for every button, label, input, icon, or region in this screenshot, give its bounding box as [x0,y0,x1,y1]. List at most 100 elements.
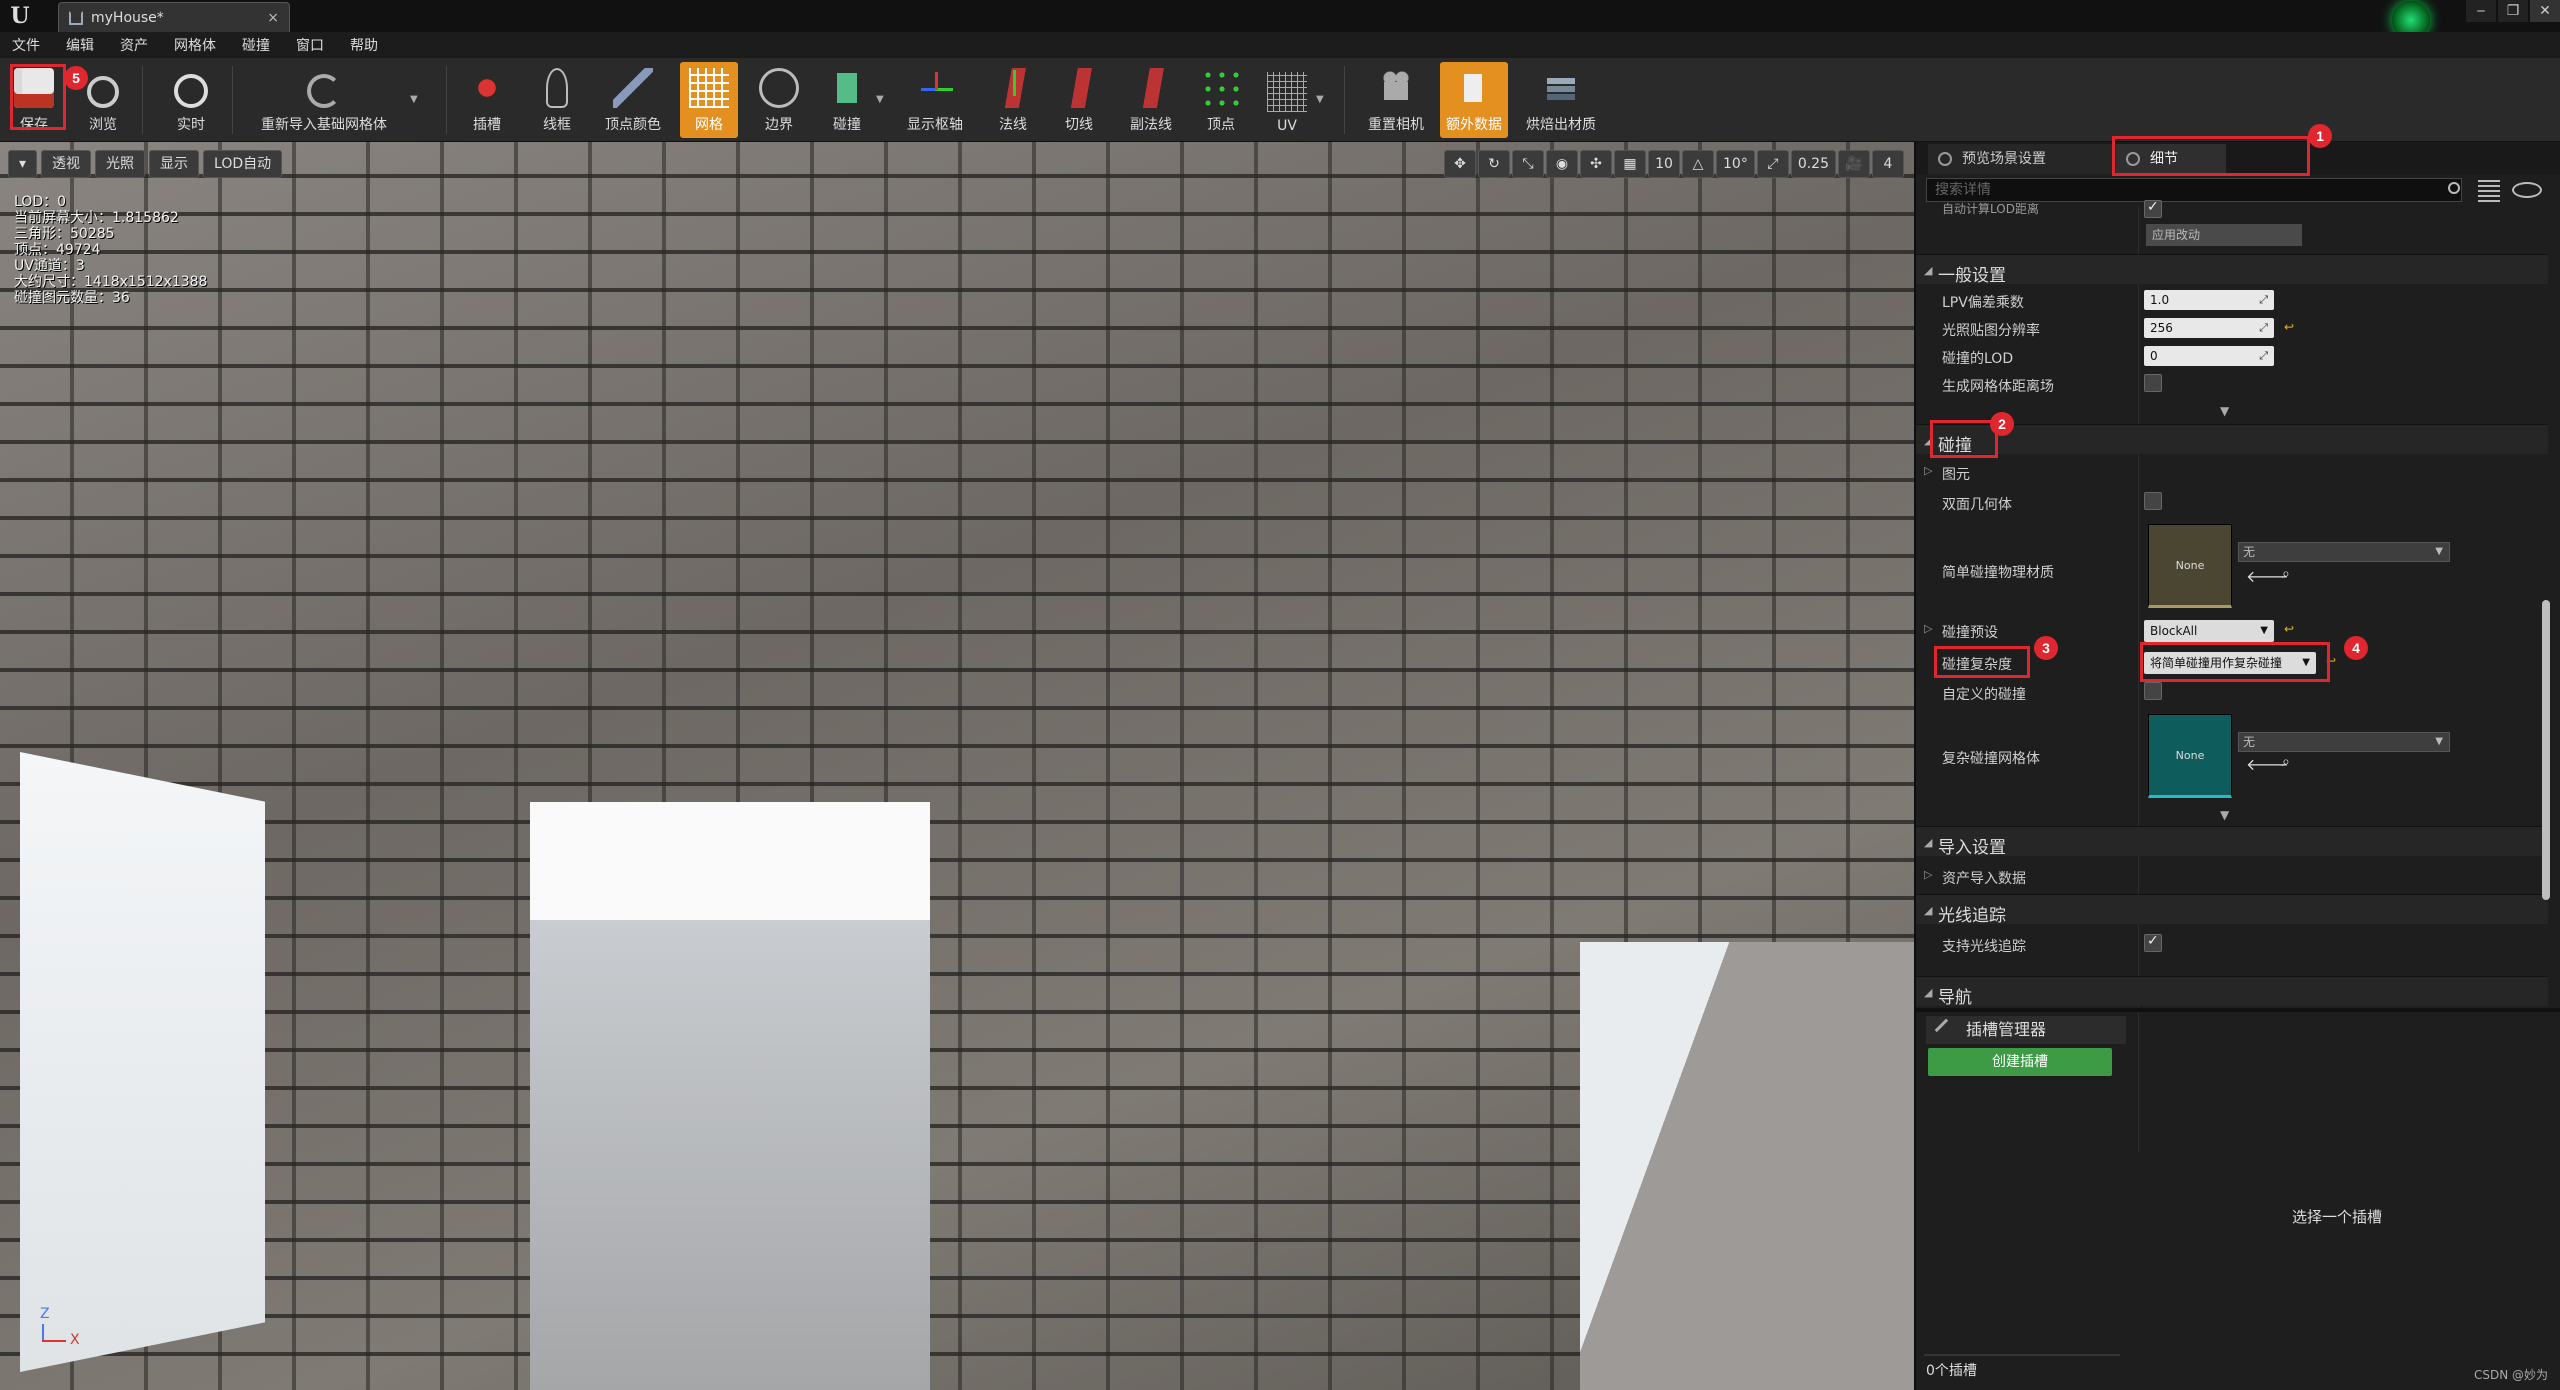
reset-to-default-icon[interactable]: ↩ [2284,622,2294,636]
binormals-button[interactable]: 副法线 [1122,62,1180,138]
reset-to-default-icon[interactable]: ↩ [2284,320,2294,334]
advanced-expand-icon[interactable]: ▼ [2220,808,2229,822]
section-import-title: 导入设置 [1938,838,2006,858]
lpv-bias-input[interactable]: 1.0 [2144,290,2274,310]
wireframe-button[interactable]: 线框 [534,62,580,138]
expand-arrow-icon[interactable]: ▷ [1924,868,1932,881]
eye-icon[interactable] [2512,182,2542,198]
close-window-button[interactable]: ✕ [2530,0,2560,22]
search-icon[interactable] [2448,182,2460,194]
panel-splitter[interactable] [1916,1008,2560,1012]
close-tab-icon[interactable]: × [267,10,279,26]
complex-mesh-thumbnail[interactable]: None [2148,714,2232,798]
tangents-button[interactable]: 切线 [1056,62,1102,138]
scale-snap-icon[interactable]: ⤢ [1756,150,1789,178]
create-socket-button[interactable]: 创建插槽 [1928,1048,2112,1076]
custom-collision-checkbox[interactable] [2144,682,2162,700]
pivot-button[interactable]: 显示枢轴 [902,62,968,138]
extra-data-label: 额外数据 [1446,117,1502,133]
auto-lod-distance-checkbox[interactable] [2144,199,2162,218]
rotate-icon[interactable]: ↻ [1478,150,1510,178]
lod-button[interactable]: LOD自动 [203,150,283,178]
surface-snap-icon[interactable]: ✣ [1580,150,1612,178]
unreal-logo-icon[interactable]: U [6,2,34,30]
pivot-label: 显示枢轴 [907,117,963,133]
phys-material-thumbnail[interactable]: None [2148,524,2232,608]
socket-list-divider [1924,1354,2120,1356]
viewport-menu-button[interactable]: ▾ [8,150,38,178]
mesh-button[interactable]: 网格 [680,62,738,138]
translate-icon[interactable]: ✥ [1444,150,1476,178]
extra-data-button[interactable]: 额外数据 [1440,62,1508,138]
advanced-expand-icon[interactable]: ▼ [2220,404,2229,418]
grid-snap-icon[interactable]: ▦ [1614,150,1646,178]
show-button[interactable]: 显示 [149,150,200,178]
section-navigation[interactable]: ◢ 导航 [1916,976,2548,1008]
browse-asset-icon[interactable]: ⌕ [2282,754,2290,770]
section-raytracing[interactable]: ◢ 光线追踪 [1916,894,2548,926]
distance-field-checkbox[interactable] [2144,374,2162,392]
world-local-icon[interactable]: ◉ [1546,150,1578,178]
phys-material-combo[interactable]: 无 [2238,542,2450,562]
lod-for-collision-input[interactable]: 0 [2144,346,2274,366]
double-sided-checkbox[interactable] [2144,492,2162,510]
collision-preset-select[interactable]: BlockAll [2144,620,2274,642]
lit-button[interactable]: 光照 [95,150,146,178]
menu-help[interactable]: 帮助 [350,35,378,55]
asset-import-data-label: 资产导入数据 [1942,871,2026,887]
camera-speed-icon[interactable]: 🎥 [1838,150,1870,178]
section-general[interactable]: ◢ 一般设置 [1916,254,2548,286]
support-raytracing-checkbox[interactable] [2144,933,2162,952]
grid-snap-value[interactable]: 10 [1648,150,1680,178]
search-input[interactable]: 搜索详情 [1926,178,2462,202]
vertices-icon [1201,68,1241,108]
scale-icon[interactable]: ⤡ [1512,150,1544,178]
toolbar-divider [1344,66,1345,134]
collapse-arrow-icon: ◢ [1924,264,1933,277]
section-import[interactable]: ◢ 导入设置 [1916,826,2548,858]
rotate-snap-icon[interactable]: △ [1682,150,1714,178]
expand-arrow-icon[interactable]: ▷ [1924,464,1932,477]
viewport[interactable]: ▾ 透视 光照 显示 LOD自动 ✥ ↻ ⤡ ◉ ✣ ▦ 10 △ 10° ⤢ … [0,142,1914,1390]
complex-mesh-combo[interactable]: 无 [2238,732,2450,752]
rotate-snap-value[interactable]: 10° [1716,150,1755,178]
tab-socket-manager[interactable]: 插槽管理器 [1926,1016,2126,1044]
lightmap-resolution-input[interactable]: 256 [2144,318,2274,338]
document-tab-label: myHouse* [91,9,164,26]
vertex-color-button[interactable]: 顶点颜色 [600,62,666,138]
toolbar: 保存 浏览 实时 重新导入基础网格体 ▼ 插槽 线框 顶点颜色 网格 边界 碰撞… [0,58,2560,142]
scale-snap-value[interactable]: 0.25 [1790,150,1836,178]
menu-window[interactable]: 窗口 [296,35,324,55]
vertices-button[interactable]: 顶点 [1198,62,1244,138]
maximize-button[interactable]: ❐ [2498,0,2528,22]
stat-collision-prims: 碰撞图元数量：36 [14,290,130,306]
details-scrollbar[interactable] [2542,600,2550,900]
bounds-button[interactable]: 边界 [756,62,802,138]
sockets-button[interactable]: 插槽 [462,62,512,138]
reimport-button[interactable]: 重新导入基础网格体 [250,62,398,138]
uv-dropdown-icon[interactable]: ▼ [1316,94,1324,105]
property-matrix-icon[interactable] [2478,178,2500,202]
collision-dropdown-icon[interactable]: ▼ [876,94,884,105]
menu-asset[interactable]: 资产 [120,35,148,55]
menu-mesh[interactable]: 网格体 [174,35,216,55]
collision-button[interactable]: 碰撞 [824,62,870,138]
expand-arrow-icon[interactable]: ▷ [1924,622,1932,635]
menu-collision[interactable]: 碰撞 [242,35,270,55]
menu-edit[interactable]: 编辑 [66,35,94,55]
browse-asset-icon[interactable]: ⌕ [2282,566,2290,582]
minimize-button[interactable]: ‒ [2466,0,2496,22]
apply-changes-button[interactable]: 应用改动 [2146,224,2302,246]
reset-camera-button[interactable]: 重置相机 [1362,62,1430,138]
normals-button[interactable]: 法线 [990,62,1036,138]
camera-speed-value[interactable]: 4 [1872,150,1904,178]
menu-file[interactable]: 文件 [12,35,40,55]
uv-button[interactable]: UV [1264,62,1310,138]
reimport-dropdown-icon[interactable]: ▼ [410,94,418,105]
tab-preview-scene[interactable]: 预览场景设置 [1928,144,2118,174]
realtime-button[interactable]: 实时 [166,62,216,138]
document-tab[interactable]: myHouse* × [58,2,290,32]
stat-uv-channels: UV通道：3 [14,258,85,274]
perspective-button[interactable]: 透视 [41,150,92,178]
bake-material-button[interactable]: 烘焙出材质 [1520,62,1602,138]
